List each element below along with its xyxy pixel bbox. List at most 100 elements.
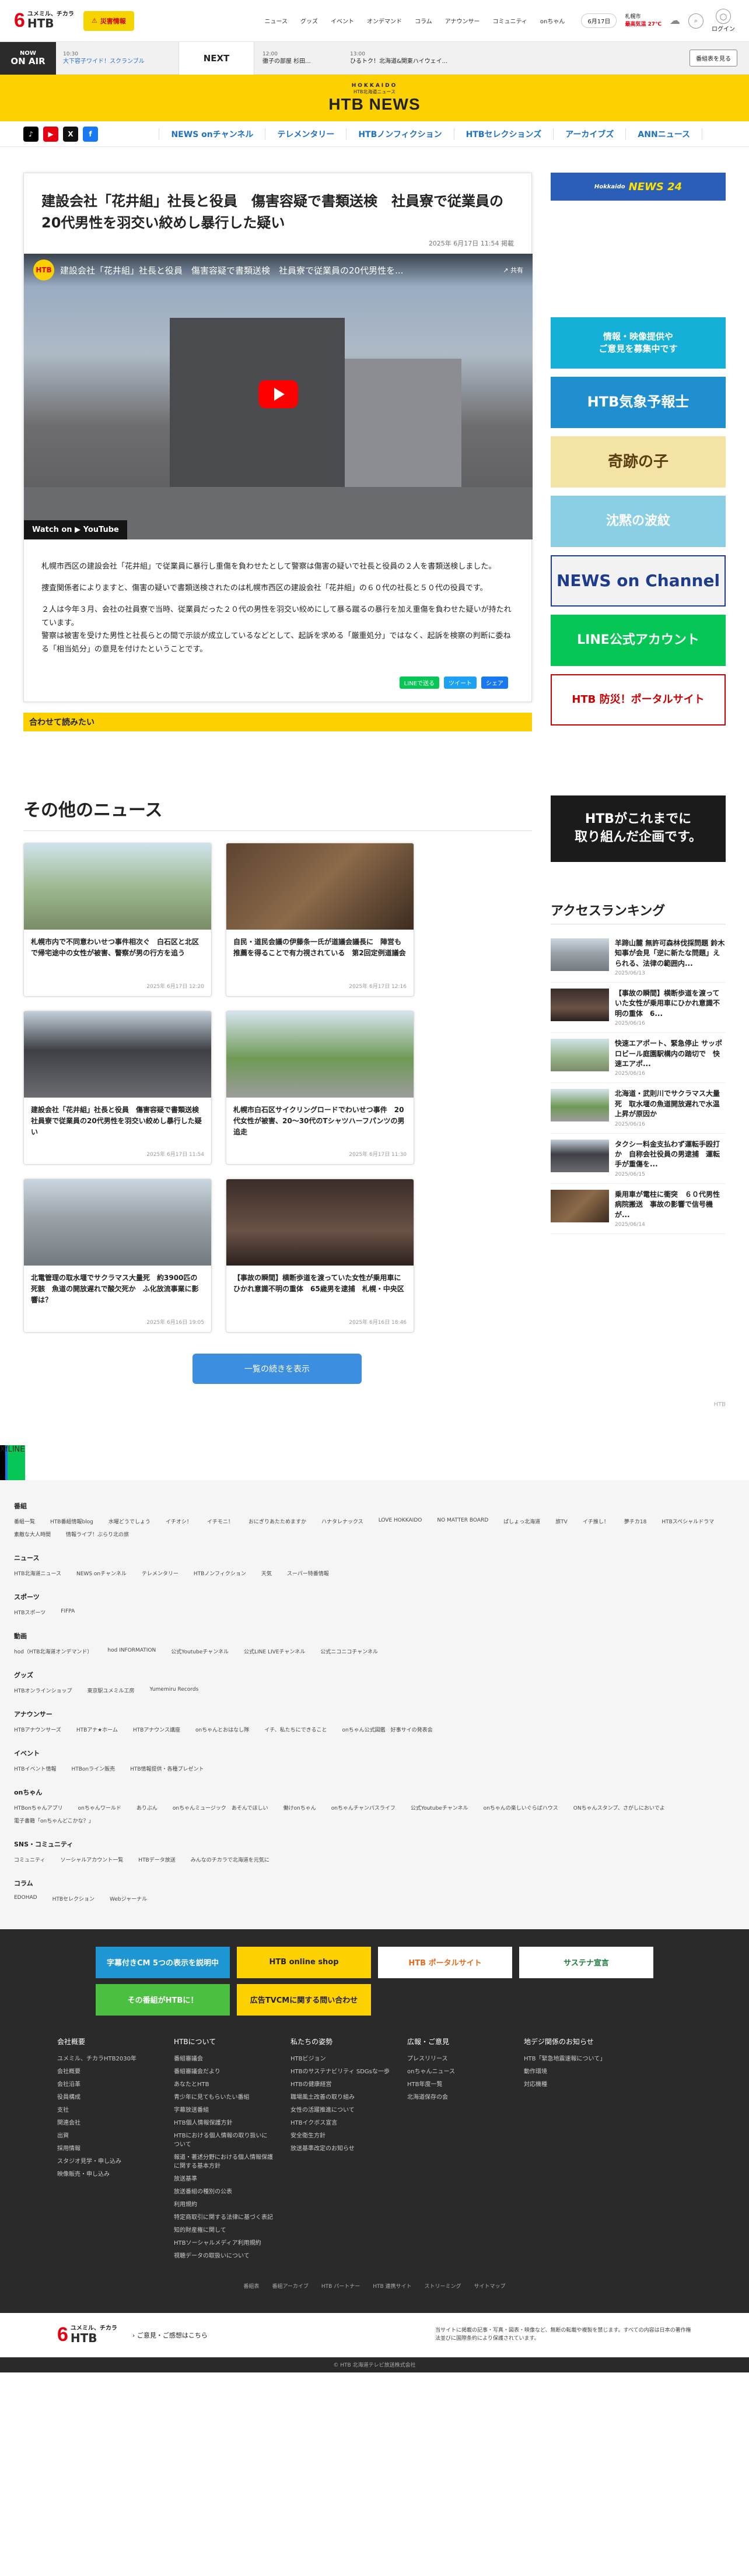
- news24-banner[interactable]: Hokkaido NEWS 24: [551, 173, 726, 201]
- tiktok-icon[interactable]: ♪: [23, 126, 38, 142]
- footer-banner-shop[interactable]: HTB online shop: [237, 1946, 371, 1978]
- footer-banner-portal[interactable]: HTB ポータルサイト: [378, 1946, 512, 1978]
- sitemap-link[interactable]: NEWS onチャンネル: [76, 1569, 127, 1577]
- footer-link[interactable]: 報道・著述分野における個人情報保護に関する基本方針: [174, 2152, 273, 2170]
- sitemap-link[interactable]: HTBアナ★ホーム: [76, 1726, 118, 1733]
- footer-link[interactable]: 北海道保存の会: [407, 2092, 506, 2101]
- sitemap-link[interactable]: hod（HTB北海道オンデマンド）: [14, 1648, 92, 1655]
- sitemap-link[interactable]: 素敵な大人時間: [14, 1530, 51, 1538]
- banner-bosai[interactable]: HTB 防災！ポータルサイト: [551, 674, 726, 726]
- subnav-link[interactable]: サイトマップ: [474, 2282, 506, 2290]
- footer-link[interactable]: 放送番組の種別の公表: [174, 2186, 273, 2195]
- footer-link[interactable]: ユメミル、チカラHTB2030年: [57, 2053, 156, 2062]
- htb-kikaku-banner[interactable]: HTBがこれまでに 取り組んだ企画です。: [551, 795, 726, 862]
- top-nav-item[interactable]: アナウンサー: [445, 16, 480, 25]
- footer-link[interactable]: 青少年に見てもらいたい番組: [174, 2092, 273, 2101]
- footer-link[interactable]: 安全衛生方針: [290, 2130, 390, 2139]
- footer-banner-cm[interactable]: 字幕付きCM 5つの表示を説明中: [96, 1946, 230, 1978]
- subnav-link[interactable]: 番組アーカイブ: [272, 2282, 308, 2290]
- footer-link[interactable]: 映像販売・申し込み: [57, 2169, 156, 2178]
- footer-link[interactable]: 出資: [57, 2130, 156, 2139]
- sitemap-link[interactable]: EDOHAD: [14, 1895, 37, 1902]
- share-line-button[interactable]: LINE: [8, 1445, 25, 1480]
- sitemap-link[interactable]: みんなのチカラで北海道を元気に: [191, 1856, 270, 1863]
- video-share-button[interactable]: ↗ 共有: [503, 265, 523, 275]
- sitemap-link[interactable]: HTBデータ放送: [138, 1856, 175, 1863]
- subnav-link[interactable]: ストリーミング: [425, 2282, 461, 2290]
- footer-link[interactable]: HTBの健康経営: [290, 2079, 390, 2088]
- sitemap-link[interactable]: Webジャーナル: [110, 1895, 147, 1902]
- sitemap-link[interactable]: イチ推し！: [583, 1517, 609, 1525]
- sitemap-link[interactable]: Yumemiru Records: [149, 1687, 198, 1694]
- subnav-link[interactable]: HTB 連携サイト: [373, 2282, 411, 2290]
- footer-link[interactable]: HTBソーシャルメディア利用規約: [174, 2238, 273, 2246]
- sitemap-link[interactable]: hod INFORMATION: [107, 1648, 156, 1655]
- footer-link[interactable]: 女性の活躍推進について: [290, 2105, 390, 2114]
- sitemap-link[interactable]: 東京駅ユメミル工房: [87, 1687, 134, 1694]
- top-nav-item[interactable]: イベント: [331, 16, 354, 25]
- footer-link[interactable]: 字幕放送番組: [174, 2105, 273, 2114]
- footer-link[interactable]: 放送基準改定のお知らせ: [290, 2143, 390, 2152]
- sitemap-link[interactable]: ぱしょっ北海道: [503, 1517, 540, 1525]
- footer-link[interactable]: 知的財産権に関して: [174, 2225, 273, 2234]
- news-card[interactable]: 札幌市白石区サイクリングロードでわいせつ事件 20代女性が被害、20～30代のT…: [226, 1010, 414, 1165]
- footer-link[interactable]: 支社: [57, 2105, 156, 2114]
- ranking-item[interactable]: 快速エアポート、緊急停止 サッポロビール庭園駅構内の踏切で 快速エアポ... 20…: [551, 1033, 726, 1084]
- footer-link[interactable]: 動作環境: [524, 2066, 623, 2075]
- schedule-button[interactable]: 番組表を見る: [690, 50, 737, 66]
- sitemap-link[interactable]: HTB番組情報blog: [50, 1517, 93, 1525]
- sitemap-link[interactable]: 働けonちゃん: [283, 1804, 316, 1811]
- top-nav-item[interactable]: ニュース: [264, 16, 288, 25]
- banner-info-post[interactable]: 情報・映像提供や ご意見を募集中です: [551, 317, 726, 369]
- sitemap-link[interactable]: イチオシ！: [166, 1517, 192, 1525]
- nav-archives[interactable]: アーカイブズ: [553, 128, 625, 140]
- ranking-item[interactable]: 羊蹄山麓 無許可森林伐採問題 鈴木知事が会見「逆に新たな問題」えられる、法律の範…: [551, 933, 726, 983]
- sitemap-link[interactable]: HTBノンフィクション: [194, 1569, 246, 1577]
- banner-news-on-channel[interactable]: NEWS on Channel: [551, 555, 726, 607]
- sitemap-link[interactable]: 情報ライブ！ぶらり北の旅: [66, 1530, 129, 1538]
- sitemap-link[interactable]: FIFPA: [61, 1608, 75, 1616]
- sitemap-link[interactable]: onちゃんミュージック あそんでほしい: [173, 1804, 268, 1811]
- footer-link[interactable]: 関連会社: [57, 2118, 156, 2126]
- htb-news-logo[interactable]: HOKKAIDO HTB北海道ニュース HTB NEWS: [328, 83, 420, 114]
- sitemap-link[interactable]: onちゃんとおはなし隊: [195, 1726, 249, 1733]
- sitemap-link[interactable]: HTBアナウンス講座: [133, 1726, 180, 1733]
- banner-weather[interactable]: HTB気象予報士: [551, 377, 726, 428]
- footer-link[interactable]: HTBビジョン: [290, 2053, 390, 2062]
- sitemap-link[interactable]: 水曜どうでしょう: [108, 1517, 150, 1525]
- nav-ann-news[interactable]: ANNニュース: [625, 128, 702, 140]
- footer-link[interactable]: HTBにおける個人情報の取り扱いについて: [174, 2130, 273, 2148]
- sitemap-link[interactable]: 公式Youtubeチャンネル: [171, 1648, 229, 1655]
- play-button[interactable]: [258, 380, 298, 409]
- htb-logo[interactable]: 6 ユメミル、チカラ HTB: [57, 2323, 117, 2346]
- sitemap-link[interactable]: ソーシャルアカウント一覧: [60, 1856, 123, 1863]
- sitemap-link[interactable]: onちゃんワールド: [78, 1804, 121, 1811]
- share-x-button[interactable]: X: [0, 1445, 5, 1480]
- footer-link[interactable]: プレスリリース: [407, 2053, 506, 2062]
- news-card[interactable]: 建設会社「花井組」社長と役員 傷害容疑で書類送検 社員寮で従業員の20代男性を羽…: [23, 1010, 212, 1165]
- youtube-icon[interactable]: ▶: [43, 126, 58, 142]
- news-card[interactable]: 【事故の瞬間】横断歩道を渡っていた女性が乗用車にひかれ意識不明の重体 65歳男を…: [226, 1178, 414, 1333]
- subnav-link[interactable]: 番組表: [243, 2282, 259, 2290]
- x-icon[interactable]: X: [63, 126, 78, 142]
- contact-link[interactable]: › ご意見・ご感想はこちら: [132, 2330, 208, 2340]
- top-nav-item[interactable]: コミュニティ: [492, 16, 527, 25]
- facebook-share-button[interactable]: シェア: [481, 676, 508, 689]
- sitemap-link[interactable]: 公式Youtubeチャンネル: [411, 1804, 468, 1811]
- sitemap-link[interactable]: NO MATTER BOARD: [437, 1517, 488, 1525]
- news-card[interactable]: 北電管理の取水堰でサクラマス大量死 約3900匹の死骸 魚道の開放遅れで酸欠死か…: [23, 1178, 212, 1333]
- footer-link[interactable]: 番組審議会だより: [174, 2066, 273, 2075]
- footer-link[interactable]: あなたとHTB: [174, 2079, 273, 2088]
- sitemap-link[interactable]: 公式LINE LIVEチャンネル: [244, 1648, 305, 1655]
- ranking-item[interactable]: 乗用車が電柱に衝突 ６０代男性病院搬送 事故の影響で信号機が... 2025/06…: [551, 1184, 726, 1234]
- footer-link[interactable]: 会社概要: [57, 2066, 156, 2075]
- nav-telementary[interactable]: テレメンタリー: [265, 128, 346, 140]
- sitemap-link[interactable]: 番組一覧: [14, 1517, 35, 1525]
- sitemap-link[interactable]: HTBオンラインショップ: [14, 1687, 72, 1694]
- sitemap-link[interactable]: HTBイベント情報: [14, 1765, 56, 1772]
- sitemap-link[interactable]: HTBスポーツ: [14, 1608, 46, 1616]
- sitemap-link[interactable]: onちゃん公式図鑑 好事サイの発表会: [342, 1726, 432, 1733]
- sitemap-link[interactable]: おにぎりあたためますか: [249, 1517, 306, 1525]
- nav-selections[interactable]: HTBセレクションズ: [453, 128, 554, 140]
- footer-link[interactable]: 番組審議会: [174, 2053, 273, 2062]
